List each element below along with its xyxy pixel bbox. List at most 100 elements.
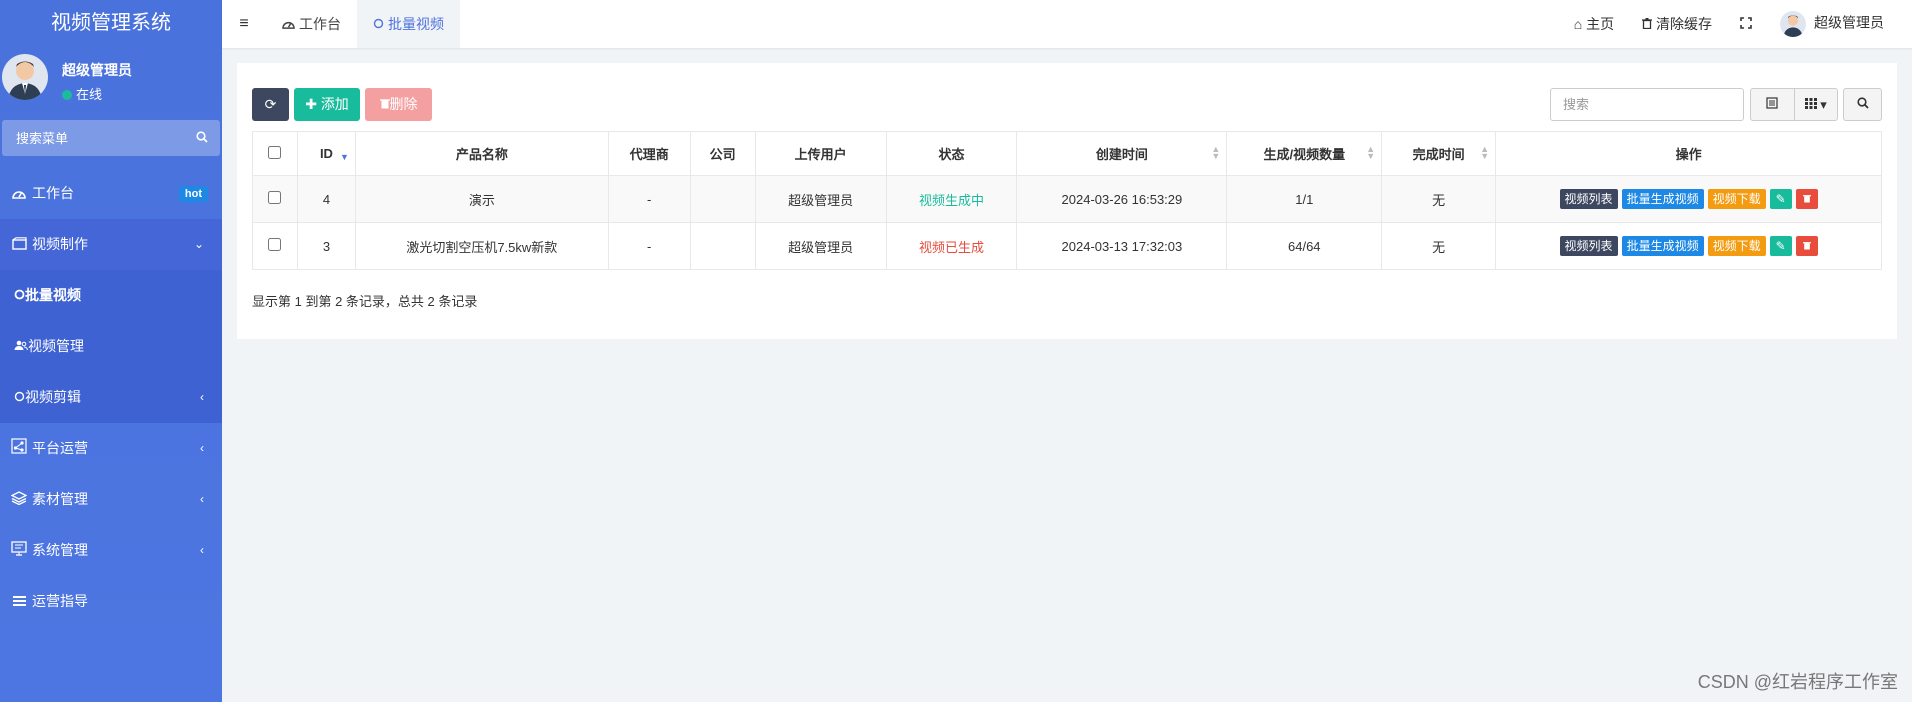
pagination-summary: 显示第 1 到第 2 条记录，总共 2 条记录 <box>252 294 478 309</box>
col-header-created[interactable]: 创建时间 ▲ ▼ <box>1016 131 1228 176</box>
video-list-button[interactable]: 视频列表 <box>1559 236 1618 256</box>
list-icon <box>10 577 28 628</box>
cell-uploader: 超级管理员 <box>754 222 887 270</box>
hot-badge: hot <box>178 186 208 202</box>
add-button[interactable]: ✚ 添加 <box>294 88 360 121</box>
cell-ops: 视频列表 批量生成视频 视频下载 ✎ <box>1495 222 1882 270</box>
table-row: 4 演示 - 超级管理员 视频生成中 2024-03-26 16:53:29 1… <box>252 175 1882 223</box>
sidebar-item-label: 系统管理 <box>32 542 88 558</box>
col-header-id[interactable]: ID ▼ <box>296 131 356 176</box>
clear-cache-label: 清除缓存 <box>1656 16 1712 32</box>
select-all-cell <box>252 131 298 176</box>
sidebar-item-video-make[interactable]: 视频制作 ⌄ <box>0 219 222 270</box>
col-header-company: 公司 <box>689 131 756 176</box>
cell-count: 1/1 <box>1226 175 1383 223</box>
cell-ops: 视频列表 批量生成视频 视频下载 ✎ <box>1495 175 1882 223</box>
topbar: ≡ 工作台 批量视频 ⌂ 主页 清除缓存 超级管理员 <box>222 0 1912 48</box>
home-link[interactable]: ⌂ 主页 <box>1560 14 1628 34</box>
sidebar-item-label: 平台运营 <box>32 440 88 456</box>
col-header-name: 产品名称 <box>354 131 609 176</box>
topbar-right: ⌂ 主页 清除缓存 超级管理员 <box>1560 0 1898 48</box>
topbar-left: ≡ 工作台 批量视频 <box>222 0 460 48</box>
sidebar-item-workbench[interactable]: 工作台 hot <box>0 168 222 219</box>
cell-name: 演示 <box>354 175 609 223</box>
plus-icon: ✚ <box>305 96 317 112</box>
cell-status: 视频已生成 <box>885 222 1018 270</box>
cell-agent: - <box>607 222 691 270</box>
dashboard-icon <box>282 16 295 32</box>
row-checkbox[interactable] <box>268 191 282 204</box>
col-header-ops: 操作 <box>1495 131 1882 176</box>
user-avatar <box>1780 11 1806 37</box>
cell-name: 激光切割空压机7.5kw新款 <box>354 222 609 270</box>
video-download-button[interactable]: 视频下载 <box>1707 189 1766 209</box>
delete-row-button[interactable] <box>1795 189 1818 209</box>
toggle-view-icon[interactable] <box>1751 89 1794 120</box>
sidebar-item-platform[interactable]: 平台运营 ‹ <box>0 423 222 474</box>
video-download-button[interactable]: 视频下载 <box>1707 236 1766 256</box>
cell-agent: - <box>607 175 691 223</box>
share-icon <box>10 424 28 475</box>
columns-dropdown-icon[interactable]: ▾ <box>1793 89 1838 120</box>
sidebar-item-label: 视频剪辑 <box>25 389 81 405</box>
tab-batch-video[interactable]: 批量视频 <box>357 0 460 48</box>
search-icon <box>1856 97 1869 112</box>
delete-button[interactable]: 删除 <box>365 88 432 121</box>
menu-toggle-icon[interactable]: ≡ <box>222 15 266 33</box>
circle-icon <box>373 16 384 32</box>
menu-search-input[interactable] <box>2 120 220 156</box>
advanced-search-button[interactable] <box>1843 88 1882 121</box>
batch-generate-button[interactable]: 批量生成视频 <box>1621 236 1704 256</box>
search-icon[interactable] <box>196 131 208 146</box>
select-all-checkbox[interactable] <box>268 145 282 159</box>
data-table: ID ▼ 产品名称 代理商 公司 上传用户 状态 创建时间 ▲ ▼ 生成/视频数量 ▲ ▼… <box>252 131 1882 270</box>
layers-icon <box>10 475 28 526</box>
sidebar-item-video-edit[interactable]: 视频剪辑 ‹ <box>0 372 222 423</box>
chevron-left-icon: ‹ <box>200 543 204 557</box>
col-header-finished[interactable]: 完成时间 ▲ ▼ <box>1381 131 1497 176</box>
cell-finished: 无 <box>1381 222 1497 270</box>
sidebar-item-batch-video[interactable]: 批量视频 <box>0 270 222 321</box>
table-header-row: ID ▼ 产品名称 代理商 公司 上传用户 状态 创建时间 ▲ ▼ 生成/视频数量 ▲ ▼… <box>252 131 1882 176</box>
refresh-button[interactable]: ⟳ <box>252 88 289 121</box>
trash-icon <box>1642 16 1653 32</box>
users-icon <box>14 338 28 354</box>
trash-icon <box>1802 192 1811 206</box>
batch-generate-button[interactable]: 批量生成视频 <box>1621 189 1704 209</box>
topbar-user[interactable]: 超级管理员 <box>1766 11 1898 37</box>
table-search-input[interactable] <box>1550 88 1744 121</box>
clear-cache-link[interactable]: 清除缓存 <box>1628 14 1726 34</box>
col-header-count[interactable]: 生成/视频数量 ▲ ▼ <box>1226 131 1383 176</box>
pencil-icon: ✎ <box>1775 192 1786 206</box>
sidebar-item-system[interactable]: 系统管理 ‹ <box>0 525 222 576</box>
sidebar-item-guide[interactable]: 运营指导 <box>0 576 222 627</box>
delete-label: 删除 <box>389 96 418 112</box>
fullscreen-icon[interactable] <box>1726 16 1766 32</box>
cell-id: 4 <box>296 175 356 223</box>
sidebar-item-material[interactable]: 素材管理 ‹ <box>0 474 222 525</box>
dashboard-icon <box>10 169 28 220</box>
video-list-button[interactable]: 视频列表 <box>1559 189 1618 209</box>
circle-icon <box>14 389 25 405</box>
cell-count: 64/64 <box>1226 222 1383 270</box>
edit-button[interactable]: ✎ <box>1769 189 1792 209</box>
table-row: 3 激光切割空压机7.5kw新款 - 超级管理员 视频已生成 2024-03-1… <box>252 222 1882 270</box>
status-text: 在线 <box>76 87 103 102</box>
delete-row-button[interactable] <box>1795 236 1818 256</box>
table-toolbar: ⟳ ✚ 添加 删除 ▾ <box>252 88 1882 122</box>
sort-icon: ▲ ▼ <box>1480 144 1490 161</box>
app-title: 视频管理系统 <box>51 12 171 34</box>
sidebar-item-video-manage[interactable]: 视频管理 <box>0 321 222 372</box>
row-checkbox[interactable] <box>268 238 282 251</box>
row-select-cell <box>252 222 298 270</box>
trash-icon <box>1802 239 1811 253</box>
sort-icon: ▲ ▼ <box>1366 144 1376 161</box>
tab-label: 批量视频 <box>388 16 444 32</box>
sidebar-item-label: 批量视频 <box>25 287 81 303</box>
tab-workbench[interactable]: 工作台 <box>266 0 357 48</box>
monitor-icon <box>10 526 28 577</box>
user-avatar <box>2 54 48 100</box>
sort-desc-icon: ▼ <box>340 152 349 162</box>
trash-icon <box>379 96 390 112</box>
edit-button[interactable]: ✎ <box>1769 236 1792 256</box>
